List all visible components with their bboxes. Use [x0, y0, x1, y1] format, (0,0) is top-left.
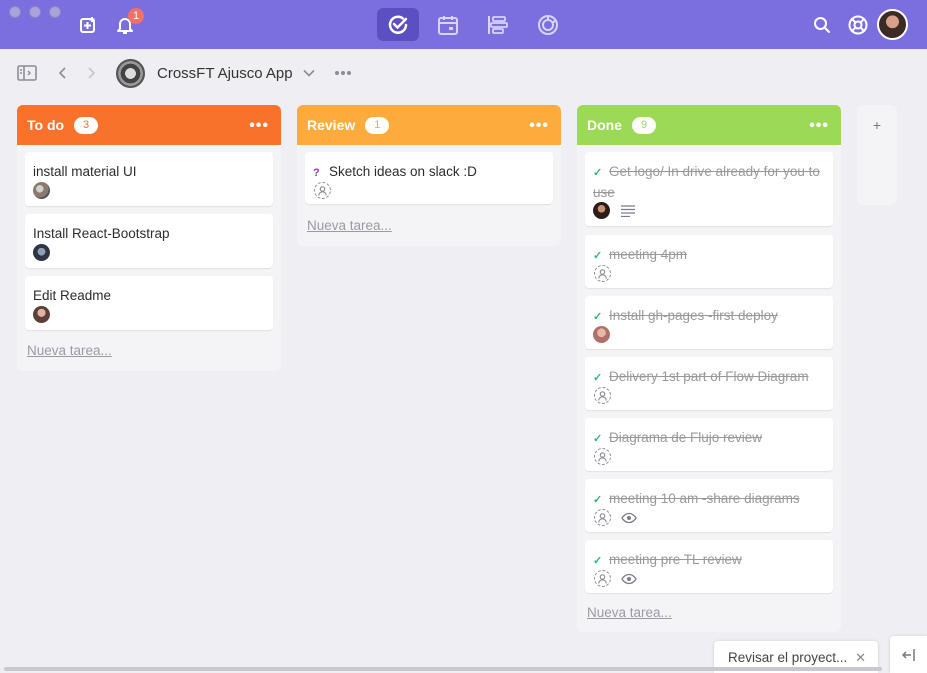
- unassigned-user-icon[interactable]: [594, 570, 611, 587]
- unassigned-user-icon[interactable]: [594, 387, 611, 404]
- timeline-icon[interactable]: [477, 8, 519, 41]
- task-title: ✓ Get logo/ In drive already for you to u…: [593, 162, 825, 203]
- unassigned-user-icon[interactable]: [594, 448, 611, 465]
- task-card[interactable]: ? Sketch ideas on slack :D: [305, 152, 553, 204]
- help-lifebuoy-icon[interactable]: [843, 10, 873, 40]
- collapse-panel-button[interactable]: [890, 636, 927, 673]
- column-done: Done 9 ••• ✓ Get logo/ In drive already f…: [577, 105, 841, 632]
- task-card[interactable]: install material UI: [25, 152, 273, 206]
- close-icon[interactable]: ✕: [855, 650, 866, 666]
- toast-label: Revisar el proyect...: [728, 649, 848, 665]
- add-column-button[interactable]: +: [857, 105, 897, 205]
- column-count-badge: 3: [74, 116, 99, 134]
- completed-check-icon: ✓: [593, 167, 603, 179]
- forward-arrow-icon[interactable]: [83, 64, 99, 82]
- completed-check-icon: ✓: [593, 250, 603, 262]
- task-card[interactable]: ✓ meeting 10 am -share diagrams: [585, 479, 833, 532]
- eye-follower-icon: [621, 573, 637, 585]
- task-card[interactable]: ✓ meeting 4pm: [585, 235, 833, 288]
- column-more-icon[interactable]: •••: [529, 117, 549, 135]
- task-title: install material UI: [33, 164, 137, 179]
- task-title-text: meeting 4pm: [609, 247, 688, 262]
- task-title: ✓ meeting pre TL review: [593, 550, 825, 571]
- column-title: To do: [27, 117, 65, 133]
- completed-check-icon: ✓: [593, 494, 603, 506]
- window-maximize-button[interactable]: [49, 6, 61, 18]
- column-title: Done: [587, 117, 622, 133]
- task-card[interactable]: ✓ meeting pre TL review: [585, 540, 833, 593]
- horizontal-scrollbar[interactable]: [4, 667, 882, 671]
- completed-check-icon: ✓: [593, 433, 603, 445]
- task-card[interactable]: Install React-Bootstrap: [25, 214, 273, 268]
- top-bar: 1: [0, 0, 927, 49]
- window-minimize-button[interactable]: [29, 6, 41, 18]
- column-title: Review: [307, 117, 356, 133]
- project-name[interactable]: CrossFT Ajusco App: [157, 65, 293, 82]
- assignee-avatar[interactable]: [593, 326, 610, 343]
- task-card[interactable]: Edit Readme: [25, 276, 273, 330]
- completed-check-icon: ✓: [593, 555, 603, 567]
- pending-question-icon: ?: [313, 167, 320, 179]
- assignee-avatar[interactable]: [33, 306, 50, 323]
- task-title-text: Delivery 1st part of Flow Diagram: [609, 369, 809, 384]
- task-title: ✓ Install gh-pages -first deploy: [593, 306, 825, 327]
- description-lines-icon: [621, 205, 635, 217]
- column-todo: To do 3 ••• install material UI Install …: [17, 105, 281, 371]
- completed-check-icon: ✓: [593, 372, 603, 384]
- app-window: 1 CrossFT Ajusco App To do 3 ••• install…: [0, 0, 927, 673]
- notification-count-badge: 1: [128, 8, 144, 24]
- assignee-avatar[interactable]: [593, 202, 610, 219]
- sidebar-toggle-icon[interactable]: [16, 64, 38, 82]
- task-title-text: Get logo/ In drive already for you to us…: [593, 164, 820, 200]
- window-close-button[interactable]: [9, 6, 21, 18]
- column-count-badge: 1: [365, 116, 390, 134]
- column-review: Review 1 ••• ? Sketch ideas on slack :D N…: [297, 105, 561, 246]
- task-title-text: Diagrama de Flujo review: [609, 430, 763, 445]
- task-card[interactable]: ✓ Diagrama de Flujo review: [585, 418, 833, 471]
- project-logo: [116, 59, 145, 88]
- new-task-link[interactable]: Nueva tarea...: [27, 343, 112, 358]
- collapse-arrow-icon: [901, 648, 915, 661]
- task-title: ✓ Delivery 1st part of Flow Diagram: [593, 367, 825, 388]
- project-more-icon[interactable]: [333, 64, 353, 82]
- task-title: Install React-Bootstrap: [33, 226, 170, 241]
- task-title-text: Install gh-pages -first deploy: [609, 308, 778, 323]
- dashboard-icon[interactable]: [527, 8, 569, 41]
- completed-check-icon: ✓: [593, 311, 603, 323]
- unassigned-user-icon[interactable]: [314, 182, 331, 199]
- assignee-avatar[interactable]: [33, 182, 50, 199]
- unassigned-user-icon[interactable]: [594, 509, 611, 526]
- task-title: ✓ meeting 10 am -share diagrams: [593, 489, 825, 510]
- column-more-icon[interactable]: •••: [249, 117, 269, 135]
- assignee-avatar[interactable]: [33, 244, 50, 261]
- new-task-link[interactable]: Nueva tarea...: [307, 218, 392, 233]
- column-header: To do 3 •••: [17, 105, 281, 145]
- column-header: Done 9 •••: [577, 105, 841, 145]
- calendar-icon[interactable]: [427, 8, 469, 41]
- home-tasks-icon[interactable]: [377, 8, 419, 41]
- column-more-icon[interactable]: •••: [809, 117, 829, 135]
- task-title: Edit Readme: [33, 288, 112, 303]
- back-arrow-icon[interactable]: [55, 64, 71, 82]
- task-card[interactable]: ✓ Delivery 1st part of Flow Diagram: [585, 357, 833, 410]
- chevron-down-icon[interactable]: [301, 64, 317, 82]
- task-card[interactable]: ✓ Get logo/ In drive already for you to u…: [585, 152, 833, 226]
- task-title: ✓ meeting 4pm: [593, 245, 825, 266]
- task-title: ✓ Diagrama de Flujo review: [593, 428, 825, 449]
- task-title: ? Sketch ideas on slack :D: [313, 162, 545, 183]
- search-icon[interactable]: [807, 10, 837, 40]
- new-task-icon[interactable]: [73, 10, 103, 40]
- task-title-text: meeting pre TL review: [609, 552, 742, 567]
- task-title-text: meeting 10 am -share diagrams: [609, 491, 800, 506]
- task-title-text: Sketch ideas on slack :D: [329, 164, 477, 179]
- new-task-link[interactable]: Nueva tarea...: [587, 605, 672, 620]
- unassigned-user-icon[interactable]: [594, 265, 611, 282]
- user-avatar[interactable]: [877, 9, 908, 40]
- column-count-badge: 9: [632, 116, 656, 134]
- column-header: Review 1 •••: [297, 105, 561, 145]
- eye-follower-icon: [621, 512, 637, 524]
- task-card[interactable]: ✓ Install gh-pages -first deploy: [585, 296, 833, 349]
